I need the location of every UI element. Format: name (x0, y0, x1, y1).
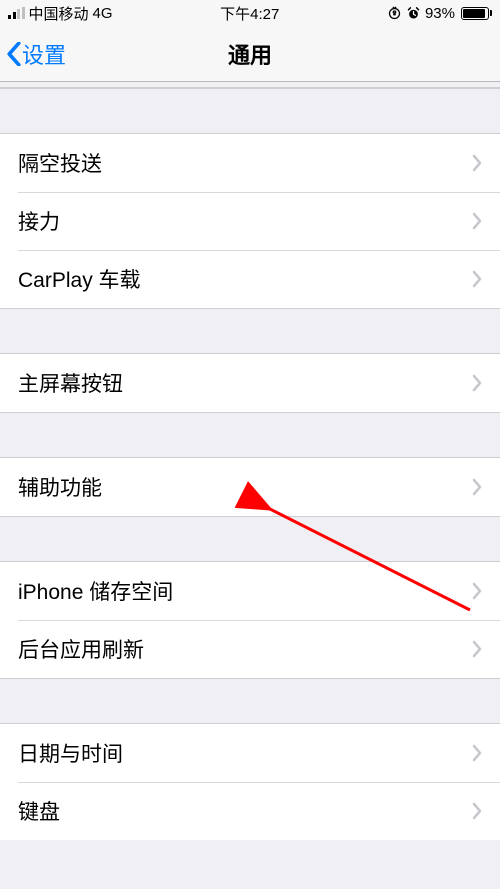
chevron-right-icon (472, 582, 482, 600)
settings-group: 日期与时间 键盘 (0, 724, 500, 840)
status-left: 中国移动 4G (8, 3, 113, 24)
section-gap (0, 678, 500, 724)
back-button[interactable]: 设置 (0, 38, 66, 70)
network-label: 4G (93, 5, 113, 22)
chevron-right-icon (472, 212, 482, 230)
chevron-right-icon (472, 270, 482, 288)
back-label: 设置 (22, 38, 66, 70)
row-airdrop[interactable]: 隔空投送 (0, 134, 500, 192)
battery-fill (463, 9, 485, 18)
status-time: 下午4:27 (220, 3, 279, 24)
page-title: 通用 (0, 38, 500, 70)
status-bar: 中国移动 4G 下午4:27 93% (0, 0, 500, 26)
section-gap (0, 308, 500, 354)
settings-group: 辅助功能 (0, 458, 500, 516)
row-label: CarPlay 车载 (18, 264, 472, 294)
row-label: 隔空投送 (18, 148, 472, 178)
chevron-right-icon (472, 744, 482, 762)
status-right: 93% (387, 5, 492, 22)
settings-group: iPhone 储存空间 后台应用刷新 (0, 562, 500, 678)
row-keyboard[interactable]: 键盘 (0, 782, 500, 840)
carrier-label: 中国移动 (29, 3, 89, 24)
row-label: 主屏幕按钮 (18, 368, 472, 398)
row-label: 日期与时间 (18, 738, 472, 768)
battery-percent: 93% (425, 5, 455, 22)
chevron-left-icon (6, 42, 22, 66)
row-bgrefresh[interactable]: 后台应用刷新 (0, 620, 500, 678)
row-storage[interactable]: iPhone 储存空间 (0, 562, 500, 620)
settings-group: 隔空投送 接力 CarPlay 车载 (0, 134, 500, 308)
row-label: 接力 (18, 206, 472, 236)
row-datetime[interactable]: 日期与时间 (0, 724, 500, 782)
row-carplay[interactable]: CarPlay 车载 (0, 250, 500, 308)
row-label: iPhone 储存空间 (18, 576, 472, 606)
battery-icon (461, 7, 492, 20)
row-label: 辅助功能 (18, 472, 472, 502)
section-gap (0, 412, 500, 458)
orientation-lock-icon (387, 6, 402, 21)
chevron-right-icon (472, 640, 482, 658)
row-label: 键盘 (18, 796, 472, 826)
section-gap (0, 516, 500, 562)
chevron-right-icon (472, 802, 482, 820)
chevron-right-icon (472, 374, 482, 392)
row-handoff[interactable]: 接力 (0, 192, 500, 250)
nav-bar: 设置 通用 (0, 26, 500, 82)
row-homebutton[interactable]: 主屏幕按钮 (0, 354, 500, 412)
settings-group: 主屏幕按钮 (0, 354, 500, 412)
row-accessibility[interactable]: 辅助功能 (0, 458, 500, 516)
alarm-icon (406, 6, 421, 21)
chevron-right-icon (472, 154, 482, 172)
section-gap (0, 88, 500, 134)
chevron-right-icon (472, 478, 482, 496)
signal-strength-icon (8, 7, 25, 19)
row-label: 后台应用刷新 (18, 634, 472, 664)
